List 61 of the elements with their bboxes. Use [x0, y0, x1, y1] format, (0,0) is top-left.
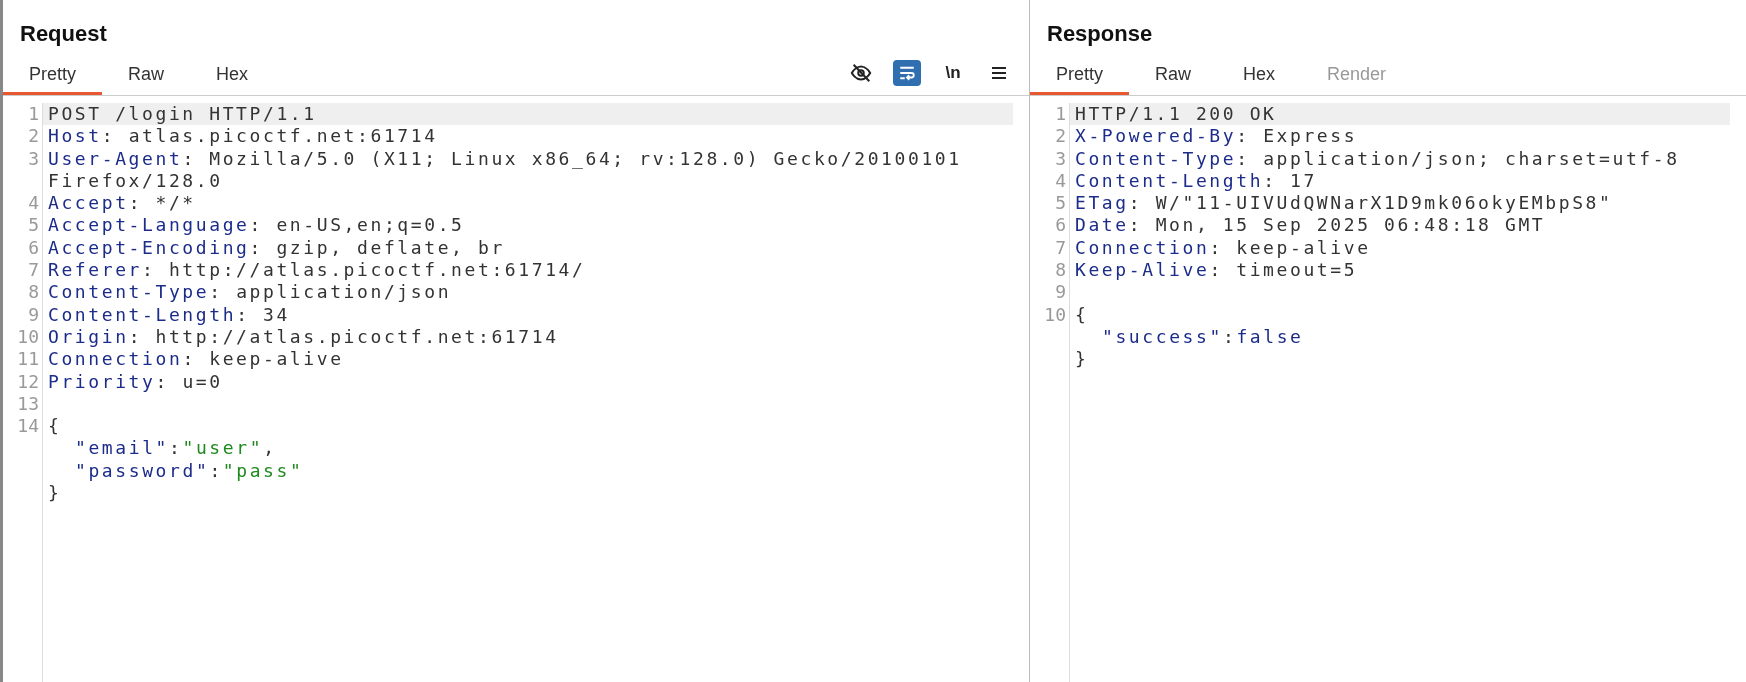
line-number: 10 [1043, 303, 1067, 326]
line-number: 3 [1054, 147, 1067, 170]
line-number: 3 [27, 147, 40, 171]
panel-title: Response [1046, 20, 1153, 48]
line-number: 5 [27, 214, 40, 237]
code-line: } [48, 482, 62, 504]
header-line: User-Agent: Mozilla/5.0 (X11; Linux x86_64; rv:128.0) Gecko/20100101 Firefox/128.0 [48, 147, 962, 191]
line-number: 7 [27, 259, 40, 282]
line-number: 9 [1054, 281, 1067, 304]
panel-title: Request [19, 20, 107, 48]
line-number: 1 [1054, 103, 1067, 126]
line-number: 8 [1054, 259, 1067, 282]
line-number: 13 [16, 392, 40, 416]
view-tab[interactable]: Raw [102, 50, 191, 95]
header-line: Accept-Language: en-US,en;q=0.5 [48, 214, 465, 236]
header-line: Content-Length: 34 [48, 303, 290, 325]
header-line: Referer: http://atlas.picoctf.net:61714/ [48, 259, 586, 281]
line-number: 8 [27, 281, 40, 304]
json-line: "email":"user", [75, 437, 277, 459]
line-number: 7 [1054, 236, 1067, 260]
header-line: Priority: u=0 [48, 370, 223, 392]
line-number: 12 [16, 370, 40, 393]
header-line: Connection: keep-alive [1075, 236, 1371, 258]
header-line: Connection: keep-alive [48, 348, 344, 370]
code-line: } [1075, 348, 1089, 370]
json-line: "success":false [1102, 325, 1304, 347]
header-line: ETag: W/"11-UIVUdQWNarX1D9mk06okyEMbpS8" [1075, 192, 1613, 214]
code-line: HTTP/1.1 200 OK [1075, 103, 1277, 124]
header-line: Content-Type: application/json [48, 281, 452, 303]
line-number: 6 [27, 236, 40, 260]
view-tab[interactable]: Pretty [1030, 50, 1129, 95]
line-number: 6 [1054, 214, 1067, 237]
header-line: Accept-Encoding: gzip, deflate, br [48, 236, 505, 258]
header-line: Keep-Alive: timeout=5 [1075, 259, 1358, 281]
header-line: Date: Mon, 15 Sep 2025 06:48:18 GMT [1075, 214, 1546, 236]
view-tab[interactable]: Hex [190, 50, 275, 95]
header-line: X-Powered-By: Express [1075, 125, 1358, 147]
json-line: "password":"pass" [75, 459, 304, 481]
code-line: { [1075, 303, 1089, 325]
view-tab[interactable]: Raw [1129, 50, 1218, 95]
line-number: 2 [27, 125, 40, 148]
header-line: Content-Length: 17 [1075, 169, 1317, 191]
line-number: 4 [1054, 169, 1067, 193]
line-number: 4 [27, 192, 40, 215]
header-line: Accept: */* [48, 192, 196, 214]
view-tab[interactable]: Hex [1217, 50, 1302, 95]
word-wrap-button[interactable] [893, 59, 921, 86]
line-number: 10 [16, 325, 40, 349]
line-number: 5 [1054, 192, 1067, 215]
code-line: { [48, 415, 62, 437]
line-number: 9 [27, 303, 40, 326]
header-line: Origin: http://atlas.picoctf.net:61714 [48, 325, 559, 347]
header-line: Host: atlas.picoctf.net:61714 [48, 125, 438, 147]
header-line: Content-Type: application/json; charset=utf-8 [1075, 147, 1680, 169]
newlines-button[interactable]: \n [939, 59, 967, 86]
code-line: POST /login HTTP/1.1 [48, 103, 317, 124]
line-number: 11 [16, 348, 40, 371]
line-number: 1 [27, 103, 40, 126]
line-number: 14 [16, 415, 40, 438]
view-tab[interactable]: Pretty [3, 50, 102, 95]
line-number: 2 [1054, 125, 1067, 148]
